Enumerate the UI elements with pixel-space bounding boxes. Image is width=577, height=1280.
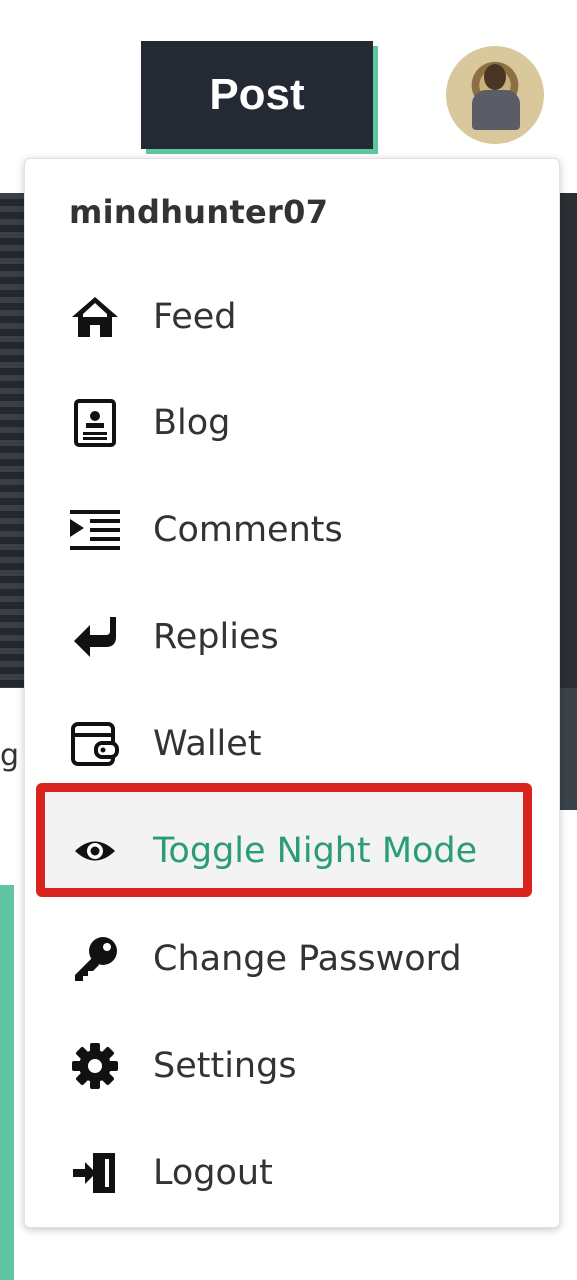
menu-item-comments[interactable]: Comments (25, 476, 559, 583)
menu-item-label: Feed (153, 296, 237, 337)
menu-item-wallet[interactable]: Wallet (25, 690, 559, 797)
background-text: g (0, 738, 20, 773)
eye-icon (69, 825, 121, 877)
blog-icon (69, 397, 121, 449)
menu-item-logout[interactable]: Logout (25, 1119, 559, 1226)
menu-item-label: Blog (153, 402, 231, 443)
menu-item-label: Logout (153, 1152, 273, 1193)
menu-item-label: Toggle Night Mode (153, 830, 478, 871)
logout-icon (69, 1147, 121, 1199)
comments-icon (69, 504, 121, 556)
menu-item-label: Comments (153, 509, 343, 550)
menu-item-replies[interactable]: Replies (25, 583, 559, 690)
background-accent-bar (0, 885, 14, 1280)
menu-item-toggle-night-mode[interactable]: Toggle Night Mode (25, 797, 559, 904)
gear-icon (69, 1040, 121, 1092)
menu-item-blog[interactable]: Blog (25, 369, 559, 476)
menu-item-label: Change Password (153, 938, 462, 979)
menu-item-change-password[interactable]: Change Password (25, 905, 559, 1012)
user-dropdown-menu: mindhunter07 Feed Blog Comments Replies … (24, 158, 560, 1228)
avatar[interactable] (446, 46, 544, 144)
menu-username: mindhunter07 (69, 193, 329, 231)
menu-item-settings[interactable]: Settings (25, 1012, 559, 1119)
key-icon (69, 933, 121, 985)
menu-item-label: Replies (153, 616, 279, 657)
home-icon (69, 291, 121, 343)
menu-item-label: Wallet (153, 723, 262, 764)
post-button[interactable]: Post (141, 41, 373, 149)
menu-item-feed[interactable]: Feed (25, 263, 559, 370)
menu-item-label: Settings (153, 1045, 297, 1086)
wallet-icon (69, 718, 121, 770)
reply-icon (69, 611, 121, 663)
